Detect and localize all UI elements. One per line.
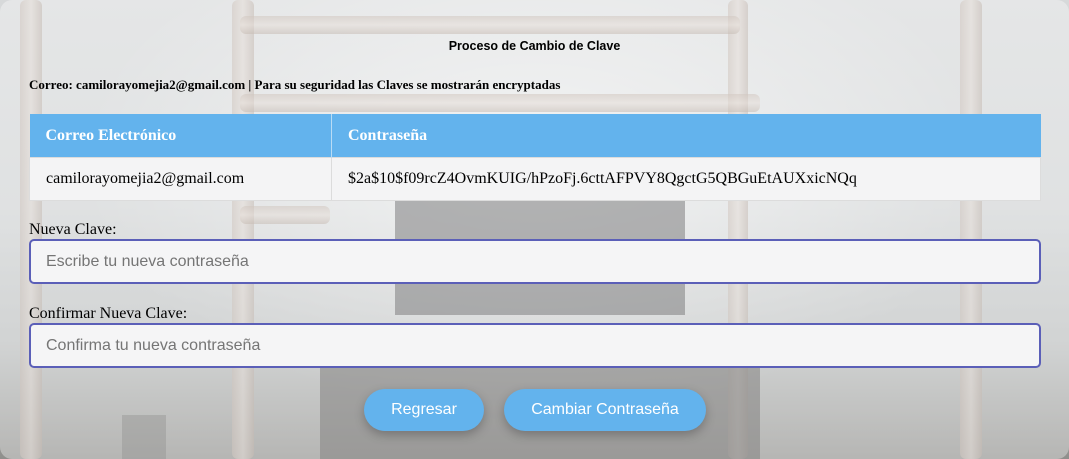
- column-header-email: Correo Electrónico: [29, 114, 332, 158]
- column-header-password: Contraseña: [331, 114, 1041, 158]
- page-title: Proceso de Cambio de Clave: [448, 39, 621, 53]
- confirm-password-label: Confirmar Nueva Clave:: [29, 305, 188, 322]
- new-password-input[interactable]: [29, 239, 1041, 284]
- confirm-password-input[interactable]: [29, 323, 1041, 368]
- password-change-form: Proceso de Cambio de Clave Correo: camil…: [0, 0, 1069, 459]
- table-header-row: Correo Electrónico Contraseña: [29, 114, 1041, 158]
- table-row: camilorayomejia2@gmail.com $2a$10$f09rcZ…: [29, 157, 1041, 201]
- encrypted-password-cell: $2a$10$f09rcZ4OvmKUIG/hPzoFj.6cttAFPVY8Q…: [331, 157, 1041, 201]
- email-cell: camilorayomejia2@gmail.com: [29, 157, 332, 201]
- new-password-label: Nueva Clave:: [29, 221, 117, 238]
- account-info-text: Correo: camilorayomejia2@gmail.com | Par…: [29, 77, 561, 92]
- back-button[interactable]: Regresar: [364, 389, 484, 431]
- credentials-table: Correo Electrónico Contraseña camilorayo…: [29, 114, 1041, 201]
- change-password-button[interactable]: Cambiar Contraseña: [504, 389, 706, 431]
